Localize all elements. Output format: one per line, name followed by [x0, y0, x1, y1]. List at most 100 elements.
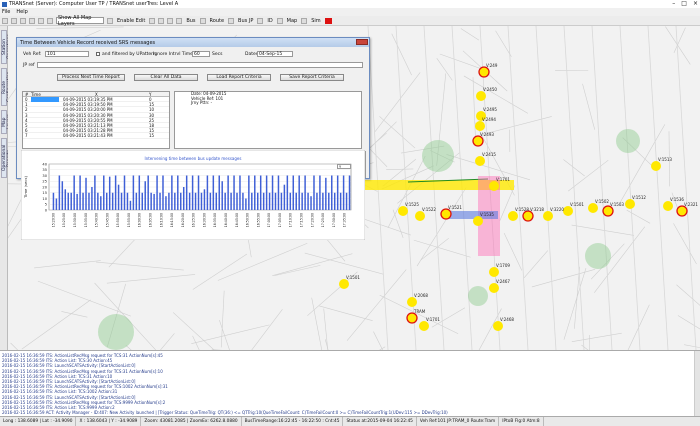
load-criteria-button[interactable]: Load Report Criteria [207, 74, 271, 81]
dialog-close-button[interactable] [356, 39, 368, 45]
map-label[interactable]: Map [286, 18, 299, 24]
measure-icon[interactable] [38, 17, 44, 24]
vehicle-marker[interactable] [398, 206, 408, 216]
veh-ref-input[interactable]: 101 [45, 51, 89, 57]
layer-select[interactable]: Show All Map Layers [56, 15, 104, 27]
table-row[interactable]: 7 04-09-2015 03:21:43 PM 15 [23, 133, 169, 139]
vehicle-marker[interactable] [415, 211, 425, 221]
chart-bar [132, 175, 135, 210]
process-next-button[interactable]: Process Next Time Report [57, 74, 125, 81]
bus-label[interactable]: Bus [185, 18, 196, 24]
route-icon[interactable] [228, 17, 235, 24]
pan-icon[interactable] [20, 17, 26, 24]
chart-bar [76, 193, 78, 210]
minimize-icon[interactable]: – [672, 0, 675, 7]
log-scrollbar[interactable] [694, 351, 700, 417]
save-criteria-button[interactable]: Save Report Criteria [280, 74, 344, 81]
clear-all-button[interactable]: Clear All Data [134, 74, 198, 81]
chart-bar [233, 175, 235, 210]
vehicle-marker[interactable] [489, 283, 499, 293]
window-title: TRANSnet (Server): Computer User TP / TR… [9, 1, 179, 7]
close-icon[interactable]: × [693, 0, 698, 7]
vehicle-label: V:2468 [500, 317, 514, 322]
chart-bar [256, 192, 259, 210]
jp-ref-select[interactable] [37, 62, 363, 68]
filter-upattern-checkbox[interactable] [96, 52, 100, 56]
tab-station-operations[interactable]: Station Operations [1, 30, 12, 64]
bus-jp-icon[interactable] [257, 17, 264, 24]
map-icon[interactable] [301, 17, 308, 24]
vehicle-marker[interactable] [663, 201, 673, 211]
vehicle-marker[interactable] [475, 156, 485, 166]
vehicle-marker[interactable] [339, 279, 349, 289]
vehicle-label: V:1709 [496, 263, 510, 268]
log-panel[interactable]: 2016-02-15 16:36:59 ITS: ActionListRecMs… [0, 350, 700, 417]
sim-label[interactable]: Sim [310, 18, 321, 24]
maximize-icon[interactable]: □ [681, 0, 687, 7]
redo-icon[interactable] [167, 17, 174, 24]
route-label[interactable]: Route [209, 18, 226, 24]
edit-icon[interactable] [149, 17, 156, 24]
chart-bar [117, 184, 120, 210]
chart-bar [277, 175, 280, 210]
info-panel[interactable]: Date: 04-09-2015 Vehicle Ref: 101 Jrny P… [174, 91, 362, 149]
dialog-title-bar[interactable]: Time Between Vehicle Record received SRS… [17, 38, 369, 47]
bus-jp-label[interactable]: Bus JP [237, 18, 254, 24]
tab-operational-reports[interactable]: Operational Reports [1, 138, 12, 178]
bus-icon[interactable] [199, 17, 206, 24]
dates-select[interactable]: 04-Sep-15 [257, 51, 293, 57]
chart-bar [254, 175, 256, 210]
id-label[interactable]: ID [266, 18, 273, 24]
vehicle-marker[interactable] [489, 267, 499, 277]
app-icon [2, 1, 7, 7]
ignore-interval-input[interactable]: 60 [192, 51, 210, 57]
vehicle-marker[interactable] [493, 321, 503, 331]
road [21, 299, 91, 350]
select-icon[interactable] [29, 17, 35, 24]
x-tick-label: 15:45:00 [105, 213, 109, 227]
tab-map-layers[interactable]: Map Layers [1, 110, 12, 134]
vehicle-marker[interactable] [475, 121, 485, 131]
undo-icon[interactable] [158, 17, 165, 24]
vehicle-marker[interactable] [407, 297, 417, 307]
chart-bar [200, 192, 203, 210]
vehicle-label: V:1701 [496, 177, 510, 182]
chart-bar [307, 192, 309, 210]
chart-bar [156, 175, 158, 210]
vehicle-marker[interactable] [473, 216, 483, 226]
zoom-out-icon[interactable] [11, 17, 17, 24]
vehicle-marker[interactable] [651, 161, 661, 171]
tab-route-configuration[interactable]: Route Configuration [1, 68, 12, 106]
x-tick-label: 16:55:00 [256, 213, 260, 227]
zoom-in-icon[interactable] [2, 17, 8, 24]
vehicle-marker[interactable] [508, 211, 518, 221]
y-tick-label: 10 [42, 197, 47, 201]
refresh-icon[interactable] [176, 17, 183, 24]
vehicle-label: V:1525 [405, 202, 419, 207]
menu-file[interactable]: File [2, 9, 10, 15]
road [274, 265, 321, 276]
vehicle-label: V:1513 [658, 157, 672, 162]
layer-icon[interactable] [47, 17, 53, 24]
road [323, 308, 329, 350]
chart-bar [135, 192, 138, 210]
vehicle-marker[interactable] [588, 203, 598, 213]
road [436, 58, 453, 81]
chart-bar [212, 175, 215, 210]
road [591, 26, 613, 350]
menu-help[interactable]: Help [16, 9, 27, 15]
data-grid[interactable]: # Time X Y 0 04-09-2015 03:19:35 PM 0 1 04-0… [22, 91, 170, 149]
enable-edit-checkbox[interactable] [107, 17, 113, 24]
road [647, 26, 669, 350]
vehicle-marker[interactable] [489, 181, 499, 191]
vehicle-marker[interactable] [476, 91, 486, 101]
vehicle-marker[interactable] [419, 321, 429, 331]
vehicle-marker[interactable] [543, 211, 553, 221]
vehicle-marker[interactable] [625, 199, 635, 209]
vehicle-marker[interactable] [563, 206, 573, 216]
x-tick-label: 17:15:00 [299, 213, 303, 227]
road [324, 339, 329, 350]
sim-stop-icon[interactable] [324, 17, 332, 24]
road [272, 253, 353, 276]
id-icon[interactable] [276, 17, 283, 24]
